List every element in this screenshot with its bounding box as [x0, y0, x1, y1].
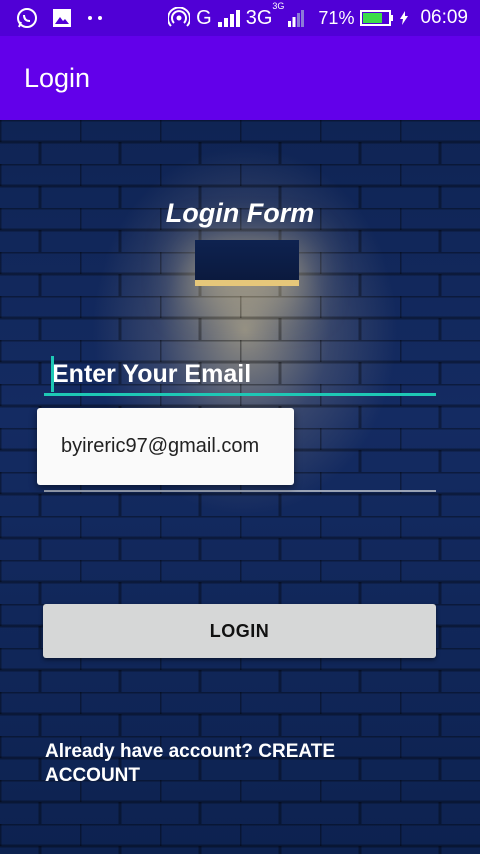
- wall-lamp: [195, 240, 299, 286]
- autofill-suggestion[interactable]: byireric97@gmail.com: [37, 408, 294, 485]
- text-cursor: [51, 356, 54, 392]
- clock: 06:09: [420, 7, 468, 28]
- battery-icon: [360, 10, 394, 26]
- form-title: Login Form: [165, 198, 315, 228]
- network-3g-sup: 3G: [272, 0, 285, 11]
- email-field[interactable]: [44, 356, 436, 396]
- charging-icon: [400, 11, 409, 25]
- status-bar: G 3G 3G 71% 06:09: [0, 0, 480, 36]
- autofill-suggestion-text: byireric97@gmail.com: [61, 435, 260, 457]
- network-3g-text: 3G: [245, 6, 273, 29]
- login-screen: G 3G 3G 71% 06:09 Login Login Form Enter…: [0, 0, 480, 854]
- login-button[interactable]: LOGIN: [43, 604, 436, 658]
- hotspot-icon: [168, 7, 191, 29]
- app-bar: Login: [0, 36, 480, 120]
- app-bar-title: Login: [24, 62, 91, 93]
- gallery-icon: [52, 8, 72, 28]
- email-input[interactable]: [44, 356, 436, 392]
- create-account-link[interactable]: Already have account? CREATE ACCOUNT: [45, 740, 385, 788]
- signal-icon-2: [288, 9, 305, 27]
- network-g-label: G: [196, 6, 212, 29]
- signal-icon: [217, 9, 240, 27]
- battery-percent: 71%: [318, 7, 355, 28]
- more-dots-icon: [86, 15, 104, 21]
- whatsapp-icon: [16, 7, 38, 29]
- network-3g-label: 3G 3G: [245, 1, 285, 30]
